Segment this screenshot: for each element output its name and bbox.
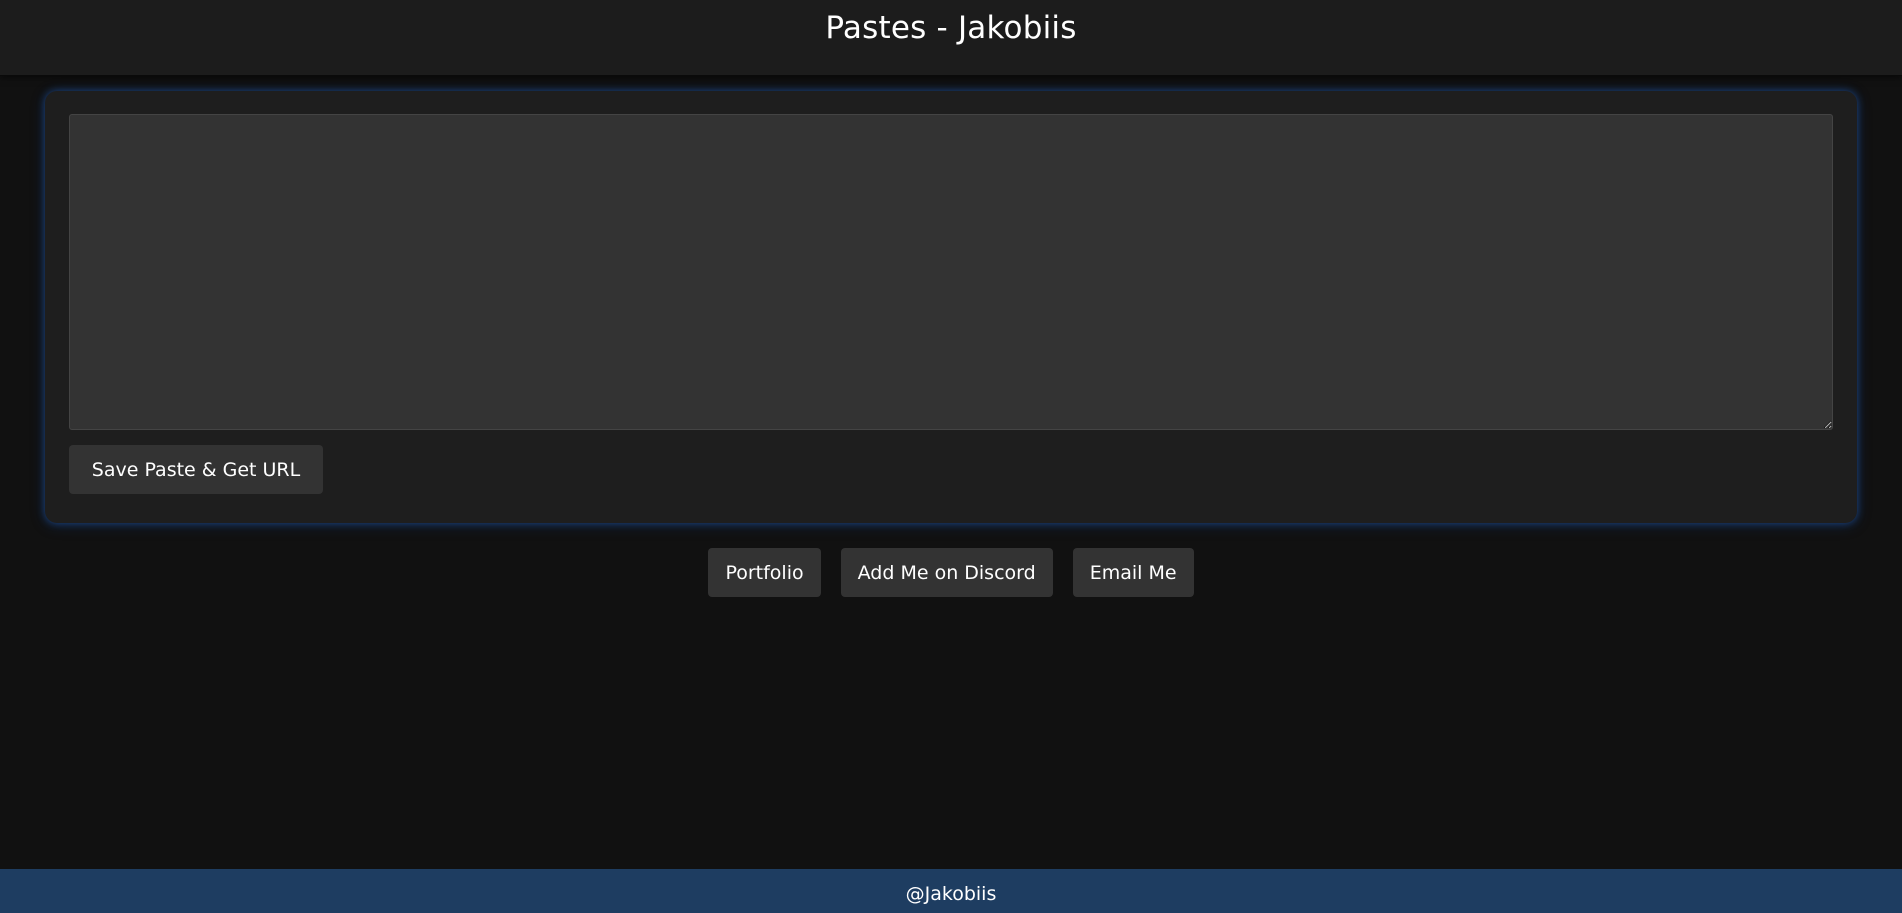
paste-panel: Save Paste & Get URL bbox=[45, 91, 1857, 523]
page-title: Pastes - Jakobiis bbox=[825, 9, 1077, 46]
footer-handle: @Jakobiis bbox=[905, 883, 997, 905]
portfolio-button[interactable]: Portfolio bbox=[708, 548, 821, 597]
paste-textarea[interactable] bbox=[69, 114, 1833, 430]
discord-button[interactable]: Add Me on Discord bbox=[840, 548, 1053, 597]
link-buttons: Portfolio Add Me on Discord Email Me bbox=[0, 548, 1902, 597]
page: Pastes - Jakobiis Save Paste & Get URL P… bbox=[0, 0, 1902, 913]
save-paste-button[interactable]: Save Paste & Get URL bbox=[69, 445, 323, 494]
email-button[interactable]: Email Me bbox=[1072, 548, 1194, 597]
site-header: Pastes - Jakobiis bbox=[0, 0, 1902, 76]
site-footer: @Jakobiis bbox=[0, 869, 1902, 913]
